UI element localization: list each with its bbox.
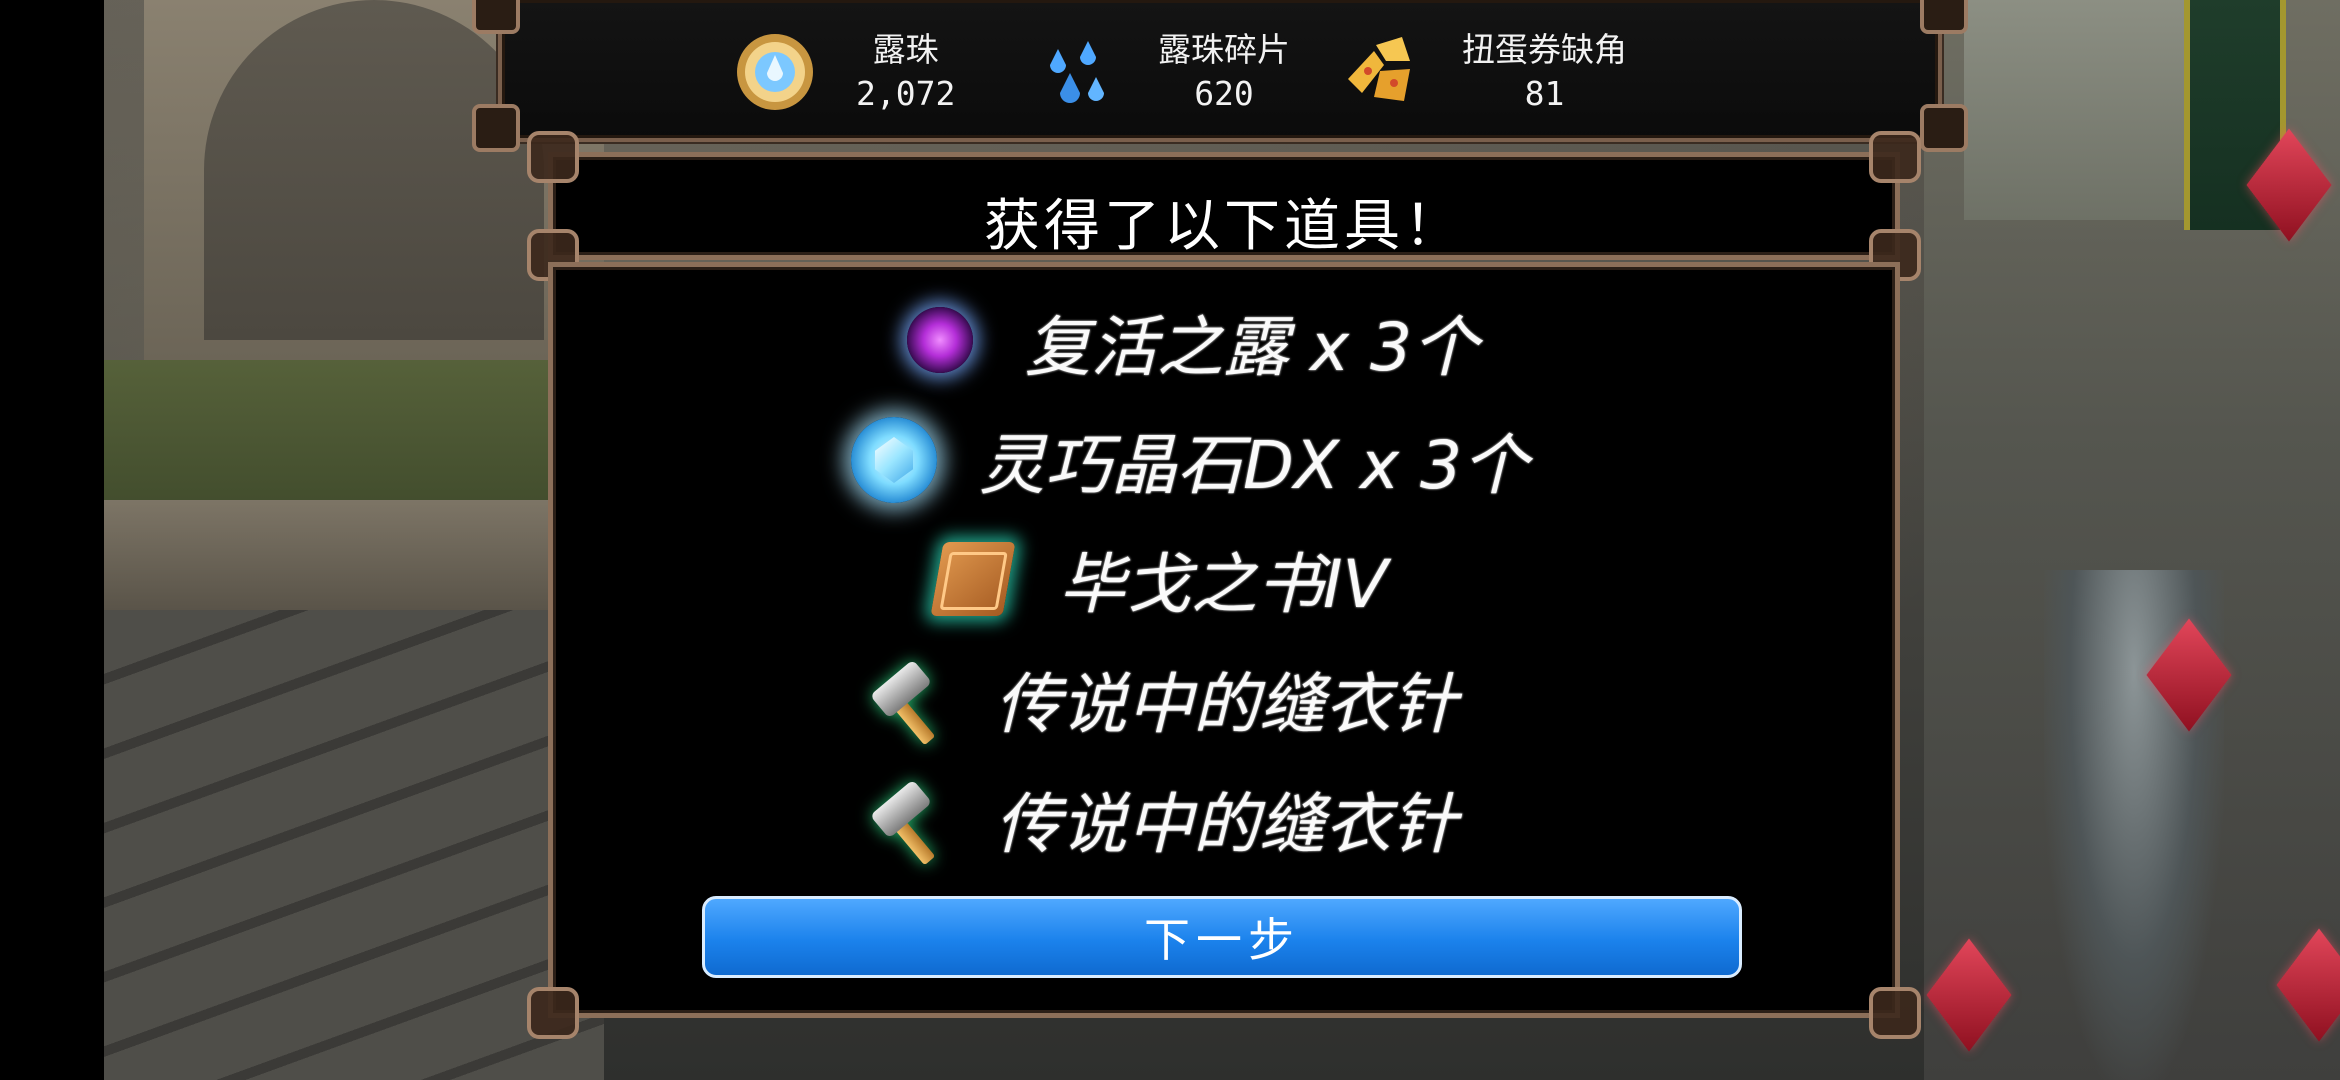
reward-item-name: 传说中的缝衣针 <box>995 786 1457 863</box>
dialog-title-panel: 获得了以下道具！ <box>527 131 1921 281</box>
hammer-icon <box>865 774 955 866</box>
frame-corner-ornament <box>472 0 520 34</box>
currency-label: 扭蛋券缺角 <box>1462 30 1627 69</box>
dialog-title: 获得了以下道具！ <box>984 194 1464 259</box>
reward-item-name: 灵巧晶石DX x 3个 <box>979 427 1529 504</box>
reward-item-name: 复活之露 x 3个 <box>1025 309 1479 386</box>
game-screen: 露珠 2,072 露珠碎片 620 扭蛋券缺角 81 获得了以下道具！ 复活之露… <box>0 0 2340 1080</box>
frame-corner-ornament <box>1920 0 1968 34</box>
currency-value: 2,072 <box>856 74 956 113</box>
frame-corner-ornament <box>527 987 579 1039</box>
gacha-ticket-fragment-icon <box>1340 31 1422 113</box>
currency-dew-pearl: 露珠 2,072 <box>734 22 955 122</box>
blue-gem-icon <box>849 415 939 505</box>
reward-item-name: 传说中的缝衣针 <box>995 666 1457 743</box>
reward-item: 灵巧晶石DX x 3个 <box>849 410 1528 510</box>
dew-fragment-icon <box>1036 31 1118 113</box>
reward-item: 毕戈之书IV <box>929 529 1388 629</box>
currency-dew-fragment: 露珠碎片 620 <box>1036 22 1290 122</box>
hammer-icon <box>865 654 955 746</box>
reward-item: 复活之露 x 3个 <box>895 292 1478 392</box>
frame-corner-ornament <box>472 104 520 152</box>
frame-corner-ornament <box>1869 131 1921 183</box>
book-icon <box>929 534 1019 624</box>
frame-corner-ornament <box>527 131 579 183</box>
frame-corner-ornament <box>1920 104 1968 152</box>
currency-value: 620 <box>1194 74 1254 113</box>
currency-value: 81 <box>1524 74 1565 113</box>
currency-label: 露珠碎片 <box>1158 30 1290 69</box>
dew-pearl-icon <box>734 31 816 113</box>
currency-bar: 露珠 2,072 露珠碎片 620 扭蛋券缺角 81 <box>472 0 1968 152</box>
currency-gacha-ticket-fragment: 扭蛋券缺角 81 <box>1340 22 1627 122</box>
reward-item: 传说中的缝衣针 <box>865 769 1457 869</box>
purple-orb-icon <box>895 297 985 387</box>
reward-item-name: 毕戈之书IV <box>1059 546 1388 623</box>
next-button[interactable]: 下一步 <box>702 896 1742 978</box>
stone-ledge <box>104 500 584 610</box>
frame-corner-ornament <box>1869 987 1921 1039</box>
currency-label: 露珠 <box>872 30 939 69</box>
reward-item: 传说中的缝衣针 <box>865 649 1457 749</box>
